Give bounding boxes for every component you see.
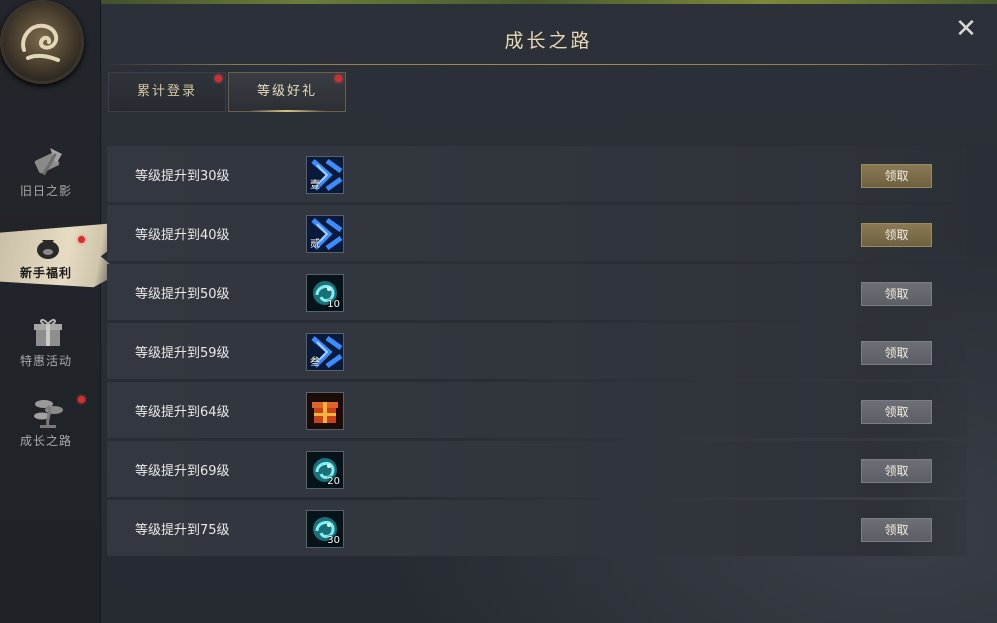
item-grade-mark: 贰 <box>310 239 320 250</box>
sidebar-item-newbie-welfare[interactable]: 新手福利 <box>0 222 120 292</box>
blue-claw-icon[interactable]: 叁 <box>306 333 344 371</box>
reward-row: 等级提升到64级 领取 <box>107 382 967 438</box>
sidebar-item-label: 特惠活动 <box>19 354 72 368</box>
red-gift-box-icon[interactable] <box>306 392 344 430</box>
reward-row: 等级提升到30级 壹 领取 <box>107 146 967 202</box>
item-quantity: 30 <box>327 535 340 546</box>
bonsai-tree-icon <box>30 394 66 430</box>
blue-claw-icon[interactable]: 壹 <box>306 156 344 194</box>
claim-button[interactable]: 领取 <box>861 518 932 542</box>
claim-button[interactable]: 领取 <box>861 282 932 306</box>
close-icon[interactable]: ✕ <box>951 14 981 44</box>
game-emblem-logo <box>0 0 84 84</box>
reward-row: 等级提升到59级 叁 领取 <box>107 323 967 379</box>
sidebar-item-growth-road[interactable]: 成长之路 <box>0 390 100 460</box>
sidebar-item-label: 新手福利 <box>19 266 72 280</box>
reward-condition: 等级提升到64级 <box>135 405 230 420</box>
sidebar: 旧日之影 新手福利 特惠活动 成长之路 <box>0 0 120 623</box>
title-divider <box>100 64 997 65</box>
cyan-spirit-icon[interactable]: 10 <box>306 274 344 312</box>
gift-box-icon <box>30 314 66 350</box>
reward-condition: 等级提升到50级 <box>135 287 230 302</box>
item-quantity: 20 <box>327 476 340 487</box>
claim-button[interactable]: 领取 <box>861 164 932 188</box>
item-grade-mark: 叁 <box>310 357 320 368</box>
reward-condition: 等级提升到75级 <box>135 523 230 538</box>
page-title: 成长之路 <box>504 30 593 52</box>
reward-condition: 等级提升到59级 <box>135 346 230 361</box>
axe-scroll-icon <box>30 144 66 180</box>
claim-button[interactable]: 领取 <box>861 223 932 247</box>
cyan-spirit-icon[interactable]: 20 <box>306 451 344 489</box>
reward-row: 等级提升到50级 10 领取 <box>107 264 967 320</box>
notification-dot <box>335 75 342 82</box>
tab-label: 等级好礼 <box>256 84 317 99</box>
reward-row: 等级提升到75级 30 领取 <box>107 500 967 556</box>
item-quantity: 10 <box>327 299 340 310</box>
notification-dot <box>78 396 85 403</box>
item-grade-mark: 壹 <box>310 180 320 191</box>
sidebar-item-label: 旧日之影 <box>19 184 72 198</box>
window-header: 成长之路 <box>100 0 997 66</box>
reward-row: 等级提升到69级 20 领取 <box>107 441 967 497</box>
blue-claw-icon[interactable]: 贰 <box>306 215 344 253</box>
reward-row: 等级提升到40级 贰 领取 <box>107 205 967 261</box>
notification-dot <box>78 236 85 243</box>
claim-button[interactable]: 领取 <box>861 400 932 424</box>
reward-condition: 等级提升到30级 <box>135 169 230 184</box>
claim-button[interactable]: 领取 <box>861 341 932 365</box>
sidebar-item-special-offers[interactable]: 特惠活动 <box>0 310 100 380</box>
claim-button[interactable]: 领取 <box>861 459 932 483</box>
sidebar-item-old-shadow[interactable]: 旧日之影 <box>0 140 100 210</box>
sidebar-item-label: 成长之路 <box>19 434 72 448</box>
tab-level-gifts[interactable]: 等级好礼 <box>228 72 346 112</box>
cyan-spirit-icon[interactable]: 30 <box>306 510 344 548</box>
notification-dot <box>215 75 222 82</box>
money-bag-icon <box>30 228 66 264</box>
reward-condition: 等级提升到40级 <box>135 228 230 243</box>
tab-cumulative-login[interactable]: 累计登录 <box>108 72 226 112</box>
tab-label: 累计登录 <box>136 84 197 99</box>
reward-condition: 等级提升到69级 <box>135 464 230 479</box>
